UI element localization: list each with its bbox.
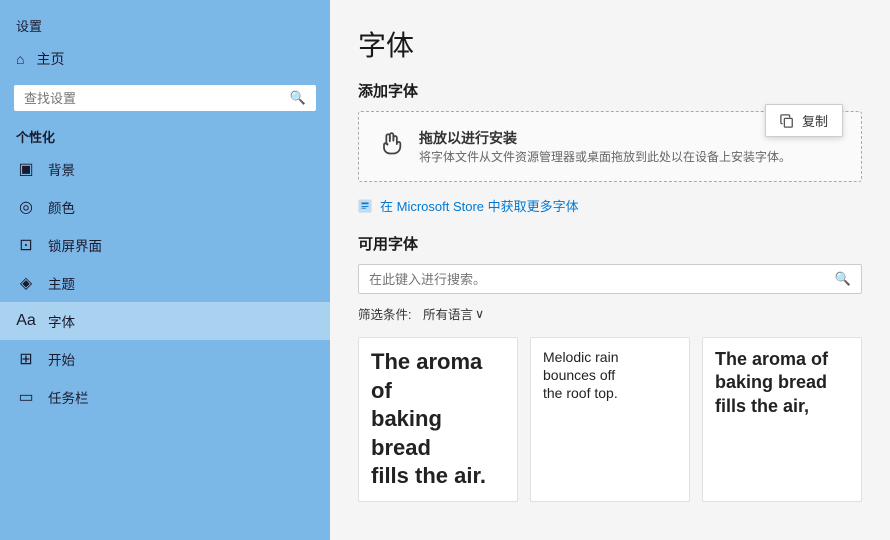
drop-zone-sub-text: 将字体文件从文件资源管理器或桌面拖放到此处以在设备上安装字体。: [419, 148, 791, 165]
filter-label: 筛选条件:: [358, 304, 411, 323]
copy-icon: [780, 114, 794, 128]
search-icon: 🔍: [290, 90, 306, 106]
font-card-1[interactable]: The aroma ofbaking breadfills the air.: [358, 337, 518, 502]
theme-icon: ◈: [16, 273, 36, 293]
sidebar-item-start[interactable]: ⊞ 开始: [0, 340, 330, 378]
taskbar-icon: ▭: [16, 387, 36, 407]
font-preview-text-3: The aroma ofbaking breadfills the air,: [715, 348, 849, 418]
sidebar-item-label: 主题: [48, 273, 75, 293]
sidebar-item-color[interactable]: ◎ 颜色: [0, 188, 330, 226]
start-icon: ⊞: [16, 349, 36, 369]
main-content: 字体 添加字体 拖放以进行安装 将字体文件从文件资源管理器或桌面拖放到此处以在设…: [330, 0, 890, 540]
sidebar-item-lockscreen[interactable]: ⊡ 锁屏界面: [0, 226, 330, 264]
settings-search-box: 🔍: [14, 85, 316, 111]
store-link[interactable]: 在 Microsoft Store 中获取更多字体: [358, 196, 862, 215]
sidebar-item-label: 任务栏: [48, 387, 89, 407]
sidebar-item-font[interactable]: Aa 字体: [0, 302, 330, 340]
sidebar-item-background[interactable]: ▣ 背景: [0, 150, 330, 188]
sidebar-section-title: 个性化: [0, 117, 330, 150]
filter-value: 所有语言: [423, 304, 473, 323]
color-icon: ◎: [16, 197, 36, 217]
font-card-2[interactable]: Melodic rainbounces offthe roof top.: [530, 337, 690, 502]
sidebar-item-label: 字体: [48, 311, 75, 331]
copy-tooltip[interactable]: 复制: [765, 104, 843, 137]
available-fonts-heading: 可用字体: [358, 233, 862, 254]
sidebar-item-label: 颜色: [48, 197, 75, 217]
filter-dropdown[interactable]: 所有语言 ∨: [423, 304, 484, 323]
background-icon: ▣: [16, 159, 36, 179]
page-title: 字体: [358, 24, 862, 64]
drop-zone-main-text: 拖放以进行安装: [419, 128, 791, 148]
font-preview-grid: The aroma ofbaking breadfills the air. M…: [358, 337, 862, 502]
font-search-input[interactable]: [369, 272, 829, 287]
store-icon: [358, 199, 372, 213]
home-icon: ⌂: [16, 51, 24, 67]
font-icon: Aa: [16, 312, 36, 330]
copy-label: 复制: [802, 111, 828, 130]
filter-chevron-icon: ∨: [475, 306, 484, 321]
font-preview-text-1: The aroma ofbaking breadfills the air.: [371, 348, 505, 491]
font-search-icon: 🔍: [835, 271, 851, 287]
sidebar-item-theme[interactable]: ◈ 主题: [0, 264, 330, 302]
settings-title: 设置: [0, 8, 330, 39]
sidebar-item-label: 锁屏界面: [48, 235, 102, 255]
font-preview-text-2: Melodic rainbounces offthe roof top.: [543, 348, 677, 403]
font-card-3[interactable]: The aroma ofbaking breadfills the air,: [702, 337, 862, 502]
sidebar: 设置 ⌂ 主页 🔍 个性化 ▣ 背景 ◎ 颜色 ⊡ 锁屏界面 ◈ 主题 Aa 字…: [0, 0, 330, 540]
settings-search-input[interactable]: [24, 91, 284, 106]
sidebar-item-home[interactable]: ⌂ 主页: [0, 39, 330, 79]
store-link-text: 在 Microsoft Store 中获取更多字体: [380, 196, 579, 215]
drop-zone[interactable]: 拖放以进行安装 将字体文件从文件资源管理器或桌面拖放到此处以在设备上安装字体。 …: [358, 111, 862, 182]
sidebar-item-label: 背景: [48, 159, 75, 179]
lockscreen-icon: ⊡: [16, 235, 36, 255]
drop-zone-text: 拖放以进行安装 将字体文件从文件资源管理器或桌面拖放到此处以在设备上安装字体。: [419, 128, 791, 165]
add-font-heading: 添加字体: [358, 80, 862, 101]
font-search-box: 🔍: [358, 264, 862, 294]
sidebar-item-label: 开始: [48, 349, 75, 369]
sidebar-home-label: 主页: [36, 49, 64, 69]
drop-zone-icon: [377, 129, 405, 164]
filter-row: 筛选条件: 所有语言 ∨: [358, 304, 862, 323]
sidebar-item-taskbar[interactable]: ▭ 任务栏: [0, 378, 330, 416]
